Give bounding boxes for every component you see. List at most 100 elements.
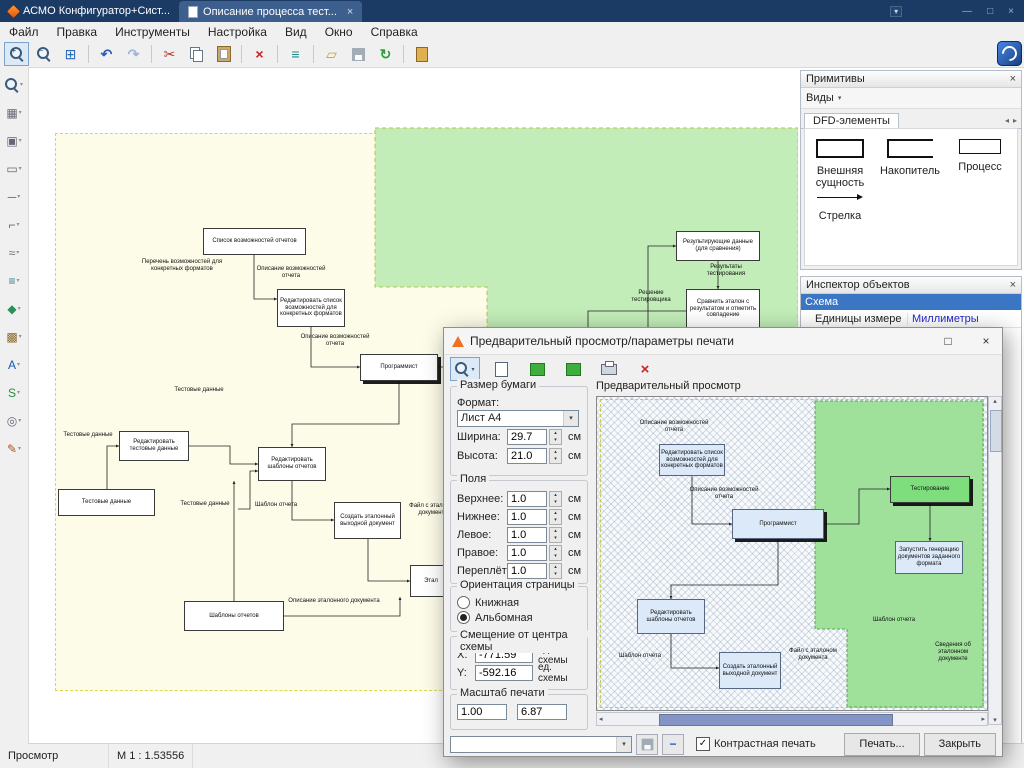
rect-tool-icon[interactable]: ▭▾: [6, 161, 21, 176]
curve-tool-icon[interactable]: ≈▾: [9, 245, 20, 260]
preview-vertical-scrollbar[interactable]: ▴ ▾: [988, 396, 1002, 725]
chevron-down-icon[interactable]: ▾: [616, 737, 631, 752]
search-tool-icon[interactable]: ◎▾: [7, 413, 22, 428]
zoom-mode-icon[interactable]: ▾: [450, 357, 480, 381]
scroll-up-icon[interactable]: ▴: [993, 397, 997, 405]
margin-input[interactable]: [507, 563, 547, 579]
menu-item[interactable]: Файл: [0, 23, 48, 41]
remove-profile-button[interactable]: −: [662, 734, 684, 755]
layers-tool-icon[interactable]: ≡▾: [8, 273, 19, 288]
print-profile-select[interactable]: ▾: [450, 736, 632, 753]
primitive-arrow[interactable]: Стрелка: [807, 191, 873, 222]
spin-up-icon[interactable]: ▴: [550, 528, 561, 535]
margin-input[interactable]: [507, 527, 547, 543]
zoom-in-icon[interactable]: +: [4, 42, 29, 66]
outline-icon[interactable]: ≡: [283, 42, 308, 66]
diagram-box[interactable]: Редактировать список возможностей для ко…: [277, 289, 345, 327]
paper-width-input[interactable]: [507, 429, 547, 445]
maximize-icon[interactable]: □: [987, 6, 993, 17]
dialog-maximize-icon[interactable]: □: [932, 328, 964, 354]
margin-input[interactable]: [507, 545, 547, 561]
shape-tool-icon[interactable]: ◆▾: [7, 301, 20, 316]
spin-down-icon[interactable]: ▾: [550, 499, 561, 506]
orientation-option[interactable]: Книжная: [457, 595, 581, 610]
exit-icon[interactable]: [409, 42, 434, 66]
app-tab-configurator[interactable]: АСМО Конфигуратор+Сист...: [0, 0, 179, 22]
cut-icon[interactable]: ✂: [157, 42, 182, 66]
diagram-label[interactable]: Перечень возможностей для конкретных фор…: [136, 259, 228, 273]
spin-up-icon[interactable]: ▴: [550, 546, 561, 553]
page-color-icon[interactable]: [558, 357, 588, 381]
paper-format-select[interactable]: Лист A4 ▾: [457, 410, 579, 427]
redo-icon[interactable]: ↷: [121, 42, 146, 66]
panel-close-icon[interactable]: ×: [1010, 279, 1016, 291]
diagram-box[interactable]: Редактировать тестовые данные: [119, 431, 189, 461]
diagram-box[interactable]: Сравнить эталон с результатом и отметить…: [686, 289, 760, 329]
diagram-label[interactable]: Описание возможностей отчета: [248, 266, 334, 280]
print-button[interactable]: Печать...: [844, 733, 919, 756]
width-spinner[interactable]: ▴▾: [549, 429, 562, 445]
diagram-label[interactable]: Результаты тестирования: [692, 264, 760, 278]
close-icon[interactable]: ×: [1008, 6, 1014, 17]
primitive-external-entity[interactable]: Внешняя сущность: [807, 139, 873, 189]
menu-item[interactable]: Окно: [316, 23, 362, 41]
diagram-label[interactable]: Решение тестировщика: [620, 290, 682, 304]
diagram-box[interactable]: Результирующие данные (для сравнения): [676, 231, 760, 261]
route-icon[interactable]: ▱: [319, 42, 344, 66]
copy-icon[interactable]: [184, 42, 209, 66]
panel-close-icon[interactable]: ×: [1010, 73, 1016, 85]
grid-tool-icon[interactable]: ▣▾: [6, 133, 21, 148]
zoom-tool-icon[interactable]: ▾: [5, 77, 23, 92]
margin-spinner[interactable]: ▴▾: [549, 491, 562, 507]
toolbar-overflow-icon[interactable]: ▾: [890, 6, 902, 17]
spin-up-icon[interactable]: ▴: [550, 564, 561, 571]
print-setup-icon[interactable]: [594, 357, 624, 381]
diagram-box[interactable]: Программист: [360, 354, 438, 381]
primitive-process[interactable]: Процесс: [947, 139, 1013, 189]
preview-horizontal-scrollbar[interactable]: ◂ ▸: [596, 712, 988, 726]
export-icon[interactable]: [522, 357, 552, 381]
tab-scroll-left-icon[interactable]: ◂: [1005, 116, 1009, 125]
dialog-titlebar[interactable]: Предварительный просмотр/параметры печат…: [444, 328, 1002, 355]
save-profile-button[interactable]: [636, 734, 658, 755]
menu-item[interactable]: Справка: [362, 23, 427, 41]
scroll-right-icon[interactable]: ▸: [981, 715, 985, 723]
spin-up-icon[interactable]: ▴: [550, 492, 561, 499]
zoom-out-icon[interactable]: −: [31, 42, 56, 66]
primitive-storage[interactable]: Накопитель: [877, 139, 943, 189]
paste-icon[interactable]: [211, 42, 236, 66]
menu-item[interactable]: Инструменты: [106, 23, 199, 41]
margin-spinner[interactable]: ▴▾: [549, 563, 562, 579]
menu-item[interactable]: Вид: [276, 23, 316, 41]
scroll-left-icon[interactable]: ◂: [599, 715, 603, 723]
margin-input[interactable]: [507, 491, 547, 507]
fill-tool-icon[interactable]: ▩▾: [6, 329, 21, 344]
diagram-box[interactable]: Тестовые данные: [58, 489, 155, 516]
diagram-box[interactable]: Список возможностей отчетов: [203, 228, 306, 255]
style-tool-icon[interactable]: S▾: [8, 385, 20, 400]
margin-input[interactable]: [507, 509, 547, 525]
vertical-scroll-thumb[interactable]: [990, 410, 1002, 452]
orientation-option[interactable]: Альбомная: [457, 610, 581, 625]
chevron-down-icon[interactable]: ▾: [563, 411, 578, 426]
delete-icon[interactable]: ×: [247, 42, 272, 66]
fit-view-icon[interactable]: ⊞: [58, 42, 83, 66]
save-icon[interactable]: [346, 42, 371, 66]
diagram-label[interactable]: Шаблон отчета: [246, 502, 306, 509]
diagram-box[interactable]: Создать эталонный выходной документ: [334, 502, 401, 539]
fit-page-icon[interactable]: [486, 357, 516, 381]
undo-icon[interactable]: ↶: [94, 42, 119, 66]
views-dropdown[interactable]: Виды ▾: [801, 88, 1021, 109]
dialog-close-icon[interactable]: ×: [970, 328, 1002, 354]
horizontal-scroll-thumb[interactable]: [659, 714, 893, 726]
radio-icon[interactable]: [457, 596, 470, 609]
text-tool-icon[interactable]: A▾: [8, 357, 20, 372]
inspector-selected-object[interactable]: Схема: [801, 294, 1021, 310]
tab-close-icon[interactable]: ×: [347, 6, 353, 18]
close-button[interactable]: Закрыть: [924, 733, 996, 756]
radio-icon[interactable]: [457, 611, 470, 624]
close-preview-icon[interactable]: ×: [630, 357, 660, 381]
menu-item[interactable]: Настройка: [199, 23, 276, 41]
print-scale-input[interactable]: [457, 704, 507, 720]
corner-tool-icon[interactable]: ⌐▾: [8, 217, 19, 232]
